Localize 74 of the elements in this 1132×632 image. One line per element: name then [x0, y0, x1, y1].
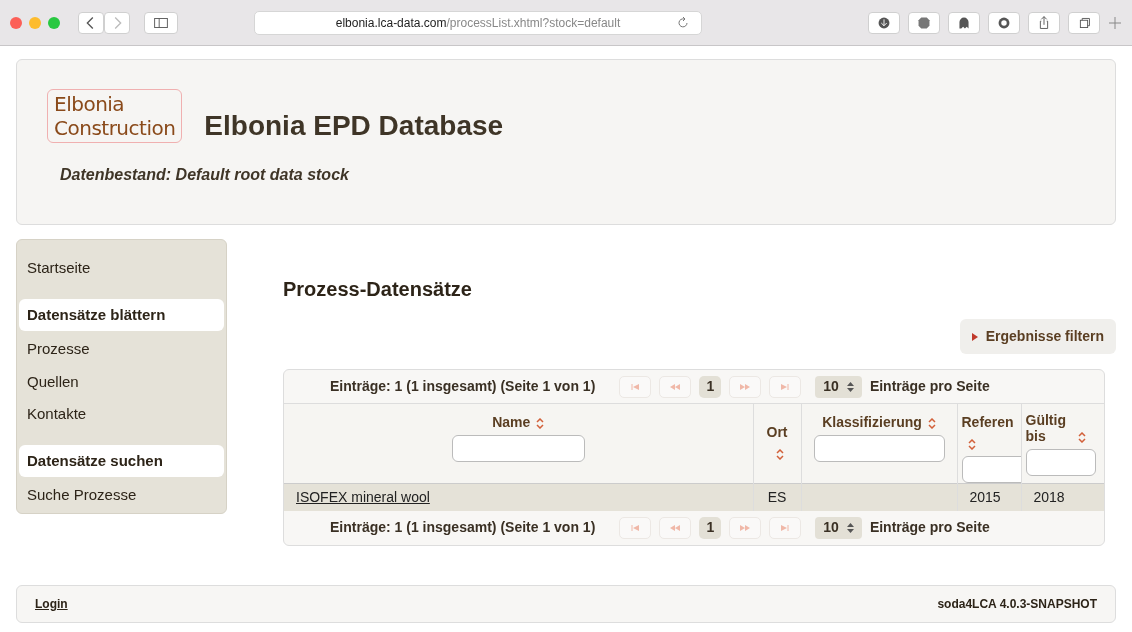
tabs-icon[interactable]	[1068, 11, 1100, 34]
first-page-button[interactable]	[619, 516, 652, 539]
per-page-label: Einträge pro Seite	[869, 518, 990, 537]
process-link[interactable]: ISOFEX mineral wool	[296, 488, 430, 505]
shield-icon[interactable]	[988, 11, 1020, 34]
site-title: Elbonia EPD Database	[204, 109, 504, 143]
column-header[interactable]: Referen	[961, 414, 1014, 430]
column-header[interactable]: Ort	[766, 424, 788, 440]
last-page-button[interactable]	[769, 375, 802, 398]
data-stock-label: Datenbestand: Default root data stock	[60, 165, 350, 185]
new-tab-icon[interactable]	[1108, 15, 1122, 30]
page-button[interactable]: 1	[699, 375, 722, 398]
back-icon[interactable]	[78, 11, 104, 34]
page-button[interactable]: 1	[699, 516, 722, 539]
sort-icon[interactable]	[776, 448, 784, 460]
next-page-button[interactable]	[729, 516, 762, 539]
sidebar-section-header[interactable]: Datensätze blättern	[19, 298, 224, 331]
reload-icon[interactable]	[677, 16, 689, 29]
sidebar-item[interactable]: Kontakte	[19, 398, 224, 431]
filter-button[interactable]: Ergebnisse filtern	[959, 319, 1116, 354]
first-page-button[interactable]	[619, 375, 652, 398]
sidebar-item[interactable]: Suche Prozesse	[19, 479, 224, 512]
address-bar[interactable]: elbonia.lca-data.com/processList.xhtml?stock=default	[254, 10, 702, 35]
previous-page-icon	[669, 382, 682, 391]
maximize-window-button[interactable]	[48, 16, 60, 29]
last-page-button[interactable]	[769, 516, 802, 539]
last-page-icon	[779, 382, 792, 391]
download-icon[interactable]	[868, 11, 900, 34]
column-header[interactable]: Klassifizierung	[822, 414, 922, 430]
next-page-button[interactable]	[729, 375, 762, 398]
previous-page-icon	[669, 523, 682, 532]
per-page-select[interactable]: 10	[815, 375, 862, 398]
close-window-button[interactable]	[10, 16, 22, 29]
share-icon[interactable]	[1028, 11, 1060, 34]
adblock-icon[interactable]	[908, 11, 940, 34]
version-label: soda4LCA 4.0.3-SNAPSHOT	[937, 595, 1097, 613]
logo: Elbonia Construction	[47, 89, 183, 143]
filter-field[interactable]	[961, 456, 1020, 483]
next-page-icon	[739, 523, 752, 532]
triangle-icon	[971, 332, 978, 341]
table-cell: ES	[767, 488, 787, 505]
first-page-icon	[629, 382, 642, 391]
column-header[interactable]: Gültig bis	[1025, 412, 1072, 444]
sort-icon[interactable]	[536, 417, 545, 429]
previous-page-button[interactable]	[659, 516, 692, 539]
sidebar-item[interactable]: Prozesse	[19, 333, 224, 366]
filter-field[interactable]	[813, 435, 945, 462]
sidebar-icon[interactable]	[144, 11, 178, 34]
url-text: elbonia.lca-data.com/processList.xhtml?stock=default	[335, 14, 621, 32]
sort-icon[interactable]	[927, 417, 936, 429]
page-title: Prozess-Datensätze	[283, 277, 473, 302]
sidebar-section-header[interactable]: Datensätze suchen	[19, 444, 224, 477]
sort-icon[interactable]	[967, 438, 976, 450]
previous-page-button[interactable]	[659, 375, 692, 398]
table-cell: 2018	[1033, 488, 1065, 505]
ghost-icon[interactable]	[948, 11, 980, 34]
per-page-select[interactable]: 10	[815, 516, 862, 539]
sidebar-item[interactable]: Startseite	[19, 252, 224, 285]
table-cell: 2015	[969, 488, 1001, 505]
pager-summary: Einträge: 1 (1 insgesamt) (Seite 1 von 1)	[330, 518, 596, 537]
last-page-icon	[779, 523, 792, 532]
stepper-icon	[846, 522, 854, 533]
login-link[interactable]: Login	[35, 594, 68, 613]
sidebar-item[interactable]: Quellen	[19, 365, 224, 398]
sort-icon[interactable]	[1077, 431, 1086, 443]
filter-field[interactable]	[451, 435, 585, 462]
first-page-icon	[629, 523, 642, 532]
per-page-label: Einträge pro Seite	[869, 377, 990, 396]
minimize-window-button[interactable]	[29, 16, 41, 29]
stepper-icon	[846, 381, 854, 392]
pager-summary: Einträge: 1 (1 insgesamt) (Seite 1 von 1)	[330, 377, 596, 396]
column-header[interactable]: Name	[492, 414, 531, 430]
filter-field[interactable]	[1025, 449, 1096, 476]
next-page-icon	[739, 382, 752, 391]
